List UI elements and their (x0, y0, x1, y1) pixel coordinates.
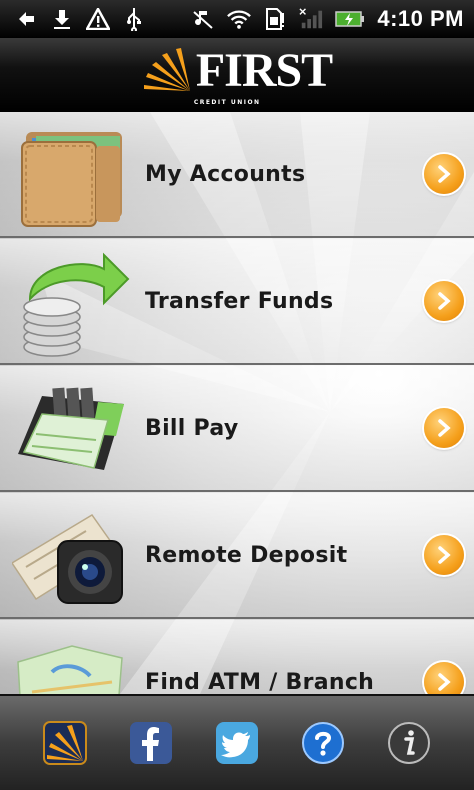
facebook-icon[interactable] (127, 719, 175, 767)
checkbook-icon (12, 374, 130, 484)
twitter-icon[interactable] (213, 719, 261, 767)
first-logo-icon[interactable] (41, 719, 89, 767)
logo-subtext: CREDIT UNION (193, 99, 261, 106)
map-icon (12, 632, 130, 694)
wallet-icon (12, 120, 130, 230)
chevron-right-icon[interactable] (424, 662, 464, 694)
usb-icon (122, 7, 146, 31)
sunburst-icon (143, 48, 190, 91)
info-icon[interactable] (385, 719, 433, 767)
menu-item-label: Remote Deposit (145, 542, 348, 568)
chevron-right-icon[interactable] (424, 281, 464, 321)
logo-wordmark: FIRST (195, 44, 333, 97)
coins-arrow-icon (12, 249, 130, 359)
muted-icon (191, 7, 215, 31)
menu-item-bill-pay[interactable]: Bill Pay (0, 366, 474, 492)
back-icon (14, 7, 38, 31)
app-header: FIRST CREDIT UNION (0, 38, 474, 112)
menu-item-transfer-funds[interactable]: Transfer Funds (0, 239, 474, 365)
battery-icon (335, 7, 365, 31)
sim-icon (263, 7, 287, 31)
menu-item-remote-deposit[interactable]: Remote Deposit (0, 493, 474, 619)
menu-item-label: Transfer Funds (145, 288, 334, 314)
app-logo: FIRST CREDIT UNION (142, 44, 333, 106)
menu-item-label: Find ATM / Branch (145, 669, 375, 695)
chevron-right-icon[interactable] (424, 408, 464, 448)
status-bar: 4:10 PM (0, 0, 474, 38)
warning-icon (86, 7, 110, 31)
bottom-toolbar (0, 694, 474, 790)
chevron-right-icon[interactable] (424, 535, 464, 575)
menu-item-label: My Accounts (145, 161, 306, 187)
clock: 4:10 PM (377, 6, 464, 31)
wifi-icon (227, 7, 252, 31)
help-icon[interactable] (299, 719, 347, 767)
menu-item-find-atm-branch[interactable]: Find ATM / Branch (0, 620, 474, 694)
menu-item-my-accounts[interactable]: My Accounts (0, 112, 474, 238)
signal-icon (299, 7, 323, 31)
main-menu: My Accounts Transfer Funds Bill Pay Remo… (0, 112, 474, 694)
menu-item-label: Bill Pay (145, 415, 239, 441)
chevron-right-icon[interactable] (424, 154, 464, 194)
camera-check-icon (10, 503, 130, 613)
download-icon (50, 7, 74, 31)
